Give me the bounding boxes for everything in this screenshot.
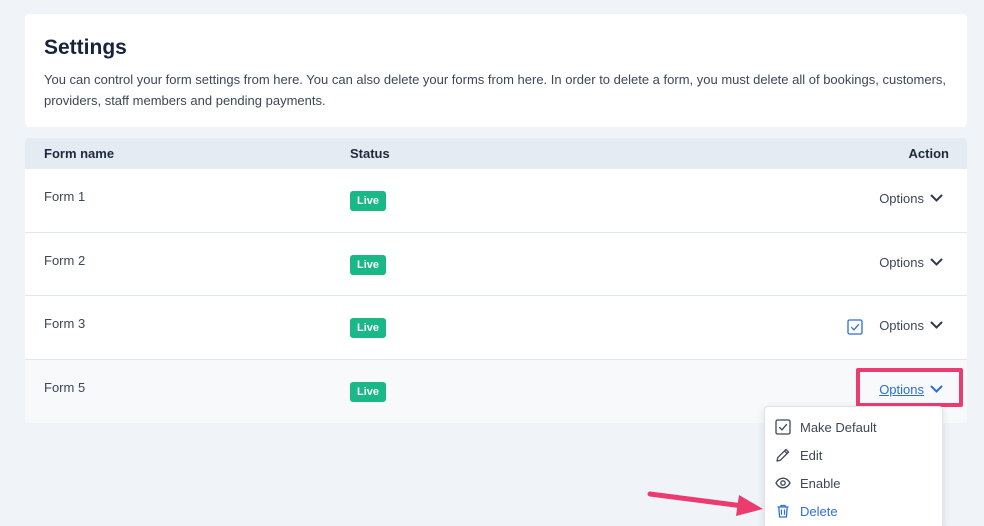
- pencil-icon: [776, 448, 790, 462]
- form-name: Form 3: [44, 316, 86, 331]
- pointer-arrow-annotation: [647, 491, 763, 516]
- options-label: Options: [879, 254, 924, 270]
- eye-icon: [775, 477, 791, 489]
- settings-header-card: Settings You can control your form setti…: [25, 14, 967, 127]
- options-dropdown-button[interactable]: Options: [879, 318, 943, 333]
- options-dropdown-button[interactable]: Options: [879, 191, 943, 206]
- options-dropdown-button[interactable]: Options: [879, 255, 943, 270]
- forms-table: Form name Status Action Form 1 Live Opti…: [25, 138, 967, 423]
- options-label: Options: [879, 381, 924, 397]
- page-description: You can control your form settings from …: [44, 72, 947, 108]
- options-label: Options: [879, 191, 924, 206]
- chevron-down-icon: [930, 194, 943, 202]
- table-row: Form 1 Live Options: [25, 169, 967, 233]
- form-name: Form 2: [44, 252, 86, 268]
- table-header: Form name Status Action: [25, 138, 967, 169]
- column-header-action: Action: [908, 146, 949, 161]
- menu-item-label: Delete: [800, 503, 838, 519]
- options-menu: Make Default Edit Enable Delete: [764, 406, 943, 526]
- options-dropdown-button[interactable]: Options: [879, 382, 943, 397]
- menu-item-label: Enable: [800, 475, 841, 491]
- form-name: Form 5: [44, 379, 86, 395]
- default-check-icon: [847, 319, 863, 335]
- menu-item-edit[interactable]: Edit: [765, 441, 942, 469]
- options-label: Options: [879, 318, 924, 333]
- status-badge: Live: [350, 318, 387, 338]
- form-name: Form 1: [44, 189, 86, 204]
- menu-item-label: Make Default: [800, 419, 877, 435]
- status-badge: Live: [350, 254, 387, 275]
- page-title: Settings: [44, 36, 127, 59]
- column-header-form-name: Form name: [44, 146, 115, 161]
- chevron-down-icon: [930, 385, 943, 393]
- column-header-status: Status: [350, 146, 390, 161]
- trash-icon: [777, 504, 789, 518]
- status-badge: Live: [350, 381, 387, 402]
- chevron-down-icon: [930, 321, 943, 329]
- menu-item-enable[interactable]: Enable: [765, 469, 942, 497]
- menu-item-make-default[interactable]: Make Default: [765, 413, 942, 441]
- chevron-down-icon: [930, 258, 943, 266]
- status-badge: Live: [350, 191, 387, 211]
- table-row: Form 3 Live Options: [25, 296, 967, 360]
- menu-item-delete[interactable]: Delete: [765, 497, 942, 525]
- table-row: Form 2 Live Options: [25, 233, 967, 296]
- menu-item-label: Edit: [800, 447, 823, 463]
- checkbox-icon: [775, 419, 791, 435]
